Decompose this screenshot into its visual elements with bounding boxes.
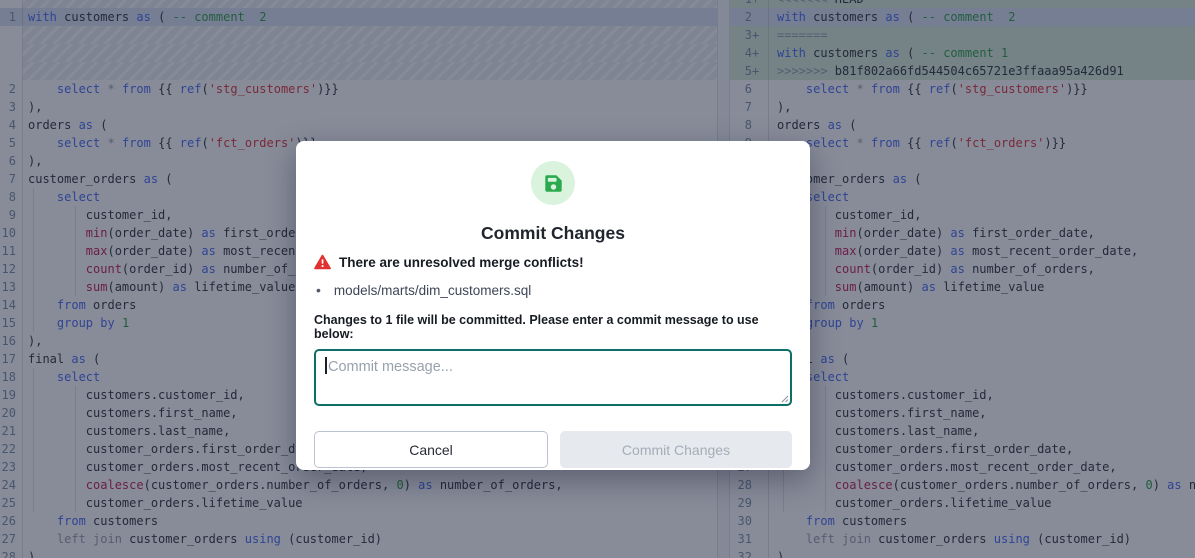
modal-title: Commit Changes: [296, 223, 810, 244]
text-caret: [325, 357, 327, 374]
commit-changes-modal: Commit Changes There are unresolved merg…: [296, 141, 810, 470]
save-icon: [531, 161, 575, 205]
conflict-file-item: • models/marts/dim_customers.sql: [316, 282, 792, 298]
merge-conflict-warning: There are unresolved merge conflicts!: [314, 254, 792, 270]
commit-message-input[interactable]: [314, 349, 792, 406]
conflict-file-name: models/marts/dim_customers.sql: [334, 283, 531, 298]
cancel-button[interactable]: Cancel: [314, 431, 548, 468]
resize-handle-icon[interactable]: [780, 394, 789, 403]
warning-text: There are unresolved merge conflicts!: [339, 255, 584, 270]
dbt-ide-screen: 1with customers as ( -- comment 22 selec…: [0, 0, 1195, 558]
modal-actions: Cancel Commit Changes: [314, 431, 792, 468]
bullet-icon: •: [316, 282, 321, 298]
commit-changes-button[interactable]: Commit Changes: [560, 431, 792, 468]
warning-icon: [314, 254, 331, 270]
commit-message-field: [314, 349, 792, 406]
commit-instruction: Changes to 1 file will be committed. Ple…: [314, 313, 792, 341]
